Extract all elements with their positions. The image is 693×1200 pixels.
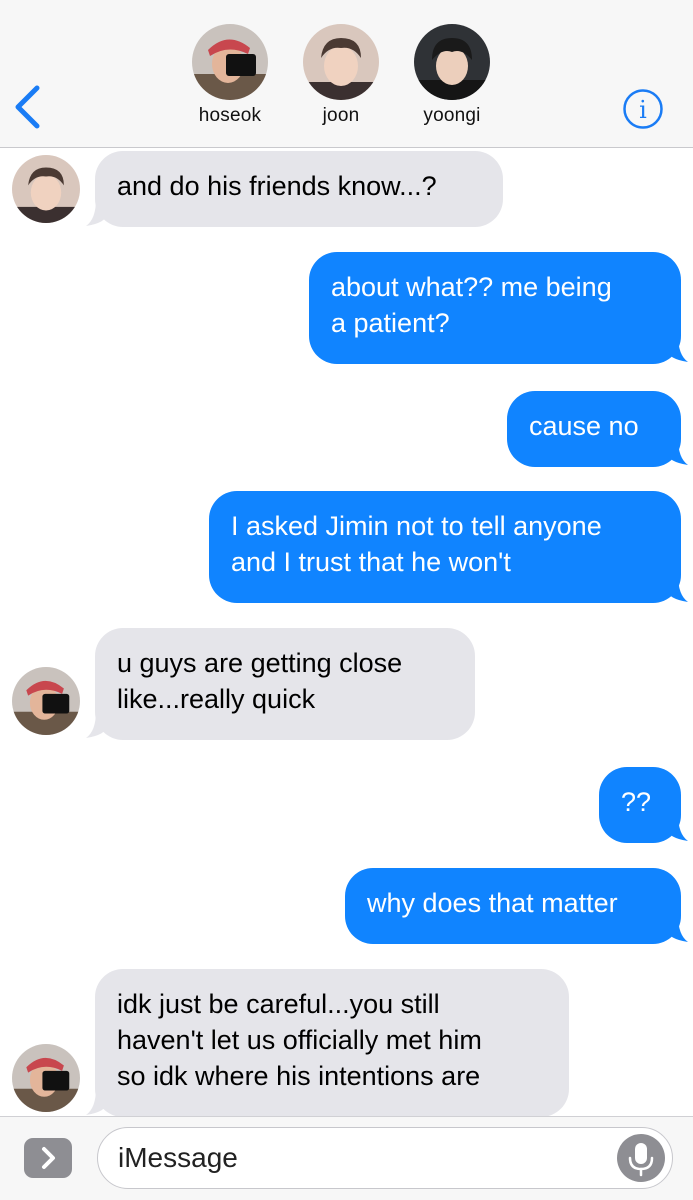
- participant-name: hoseok: [198, 105, 262, 126]
- conversation-header: hoseok joon yoongi i: [0, 0, 693, 148]
- chevron-right-icon: [42, 1147, 55, 1169]
- message-thread: and do his friends know...? about what??…: [0, 149, 693, 1116]
- message-line: idk just be careful...you still: [117, 989, 440, 1019]
- apps-button[interactable]: [24, 1138, 72, 1178]
- message-line: u guys are getting close: [117, 648, 403, 678]
- participant-name: yoongi: [423, 105, 481, 126]
- avatar[interactable]: [12, 1044, 80, 1112]
- info-button[interactable]: i: [622, 88, 664, 130]
- avatar: [192, 24, 268, 100]
- dictation-button[interactable]: [617, 1134, 665, 1182]
- message-line: a patient?: [331, 308, 450, 338]
- info-icon: i: [623, 89, 663, 129]
- message-line: and do his friends know...?: [117, 171, 437, 201]
- message-bubble[interactable]: u guys are getting close like...really q…: [95, 628, 475, 740]
- message-bubble[interactable]: and do his friends know...?: [95, 151, 503, 227]
- message-line: I asked Jimin not to tell anyone: [231, 511, 602, 541]
- message-line: about what?? me being: [331, 272, 612, 302]
- message-line: and I trust that he won't: [231, 547, 511, 577]
- message-line: cause no: [529, 411, 639, 441]
- message-line: ??: [621, 787, 652, 817]
- message-bubble[interactable]: idk just be careful...you still haven't …: [95, 969, 569, 1116]
- message-bubble[interactable]: I asked Jimin not to tell anyone and I t…: [209, 491, 681, 603]
- message-line: haven't let us officially met him: [117, 1025, 482, 1055]
- chevron-left-icon: [15, 85, 40, 129]
- message-input[interactable]: iMessage: [97, 1127, 673, 1189]
- message-line: like...really quick: [117, 684, 316, 714]
- message-line: why does that matter: [367, 888, 618, 918]
- participant-hoseok[interactable]: hoseok: [180, 24, 280, 127]
- avatar[interactable]: [12, 667, 80, 735]
- participant-name: joon: [322, 105, 360, 126]
- participant-yoongi[interactable]: yoongi: [402, 24, 502, 127]
- message-bubble[interactable]: about what?? me being a patient?: [309, 252, 681, 364]
- participant-joon[interactable]: joon: [291, 24, 391, 127]
- microphone-icon: [628, 1143, 654, 1177]
- avatar[interactable]: [12, 155, 80, 223]
- avatar: [414, 24, 490, 100]
- message-input-placeholder: iMessage: [118, 1142, 238, 1173]
- svg-text:i: i: [639, 96, 647, 124]
- back-button[interactable]: [10, 84, 46, 130]
- message-input-bar: iMessage: [0, 1116, 693, 1200]
- message-bubble[interactable]: cause no: [507, 391, 681, 467]
- message-bubble[interactable]: why does that matter: [345, 868, 681, 944]
- message-bubble[interactable]: ??: [599, 767, 681, 843]
- message-line: so idk where his intentions are: [117, 1061, 481, 1091]
- avatar: [303, 24, 379, 100]
